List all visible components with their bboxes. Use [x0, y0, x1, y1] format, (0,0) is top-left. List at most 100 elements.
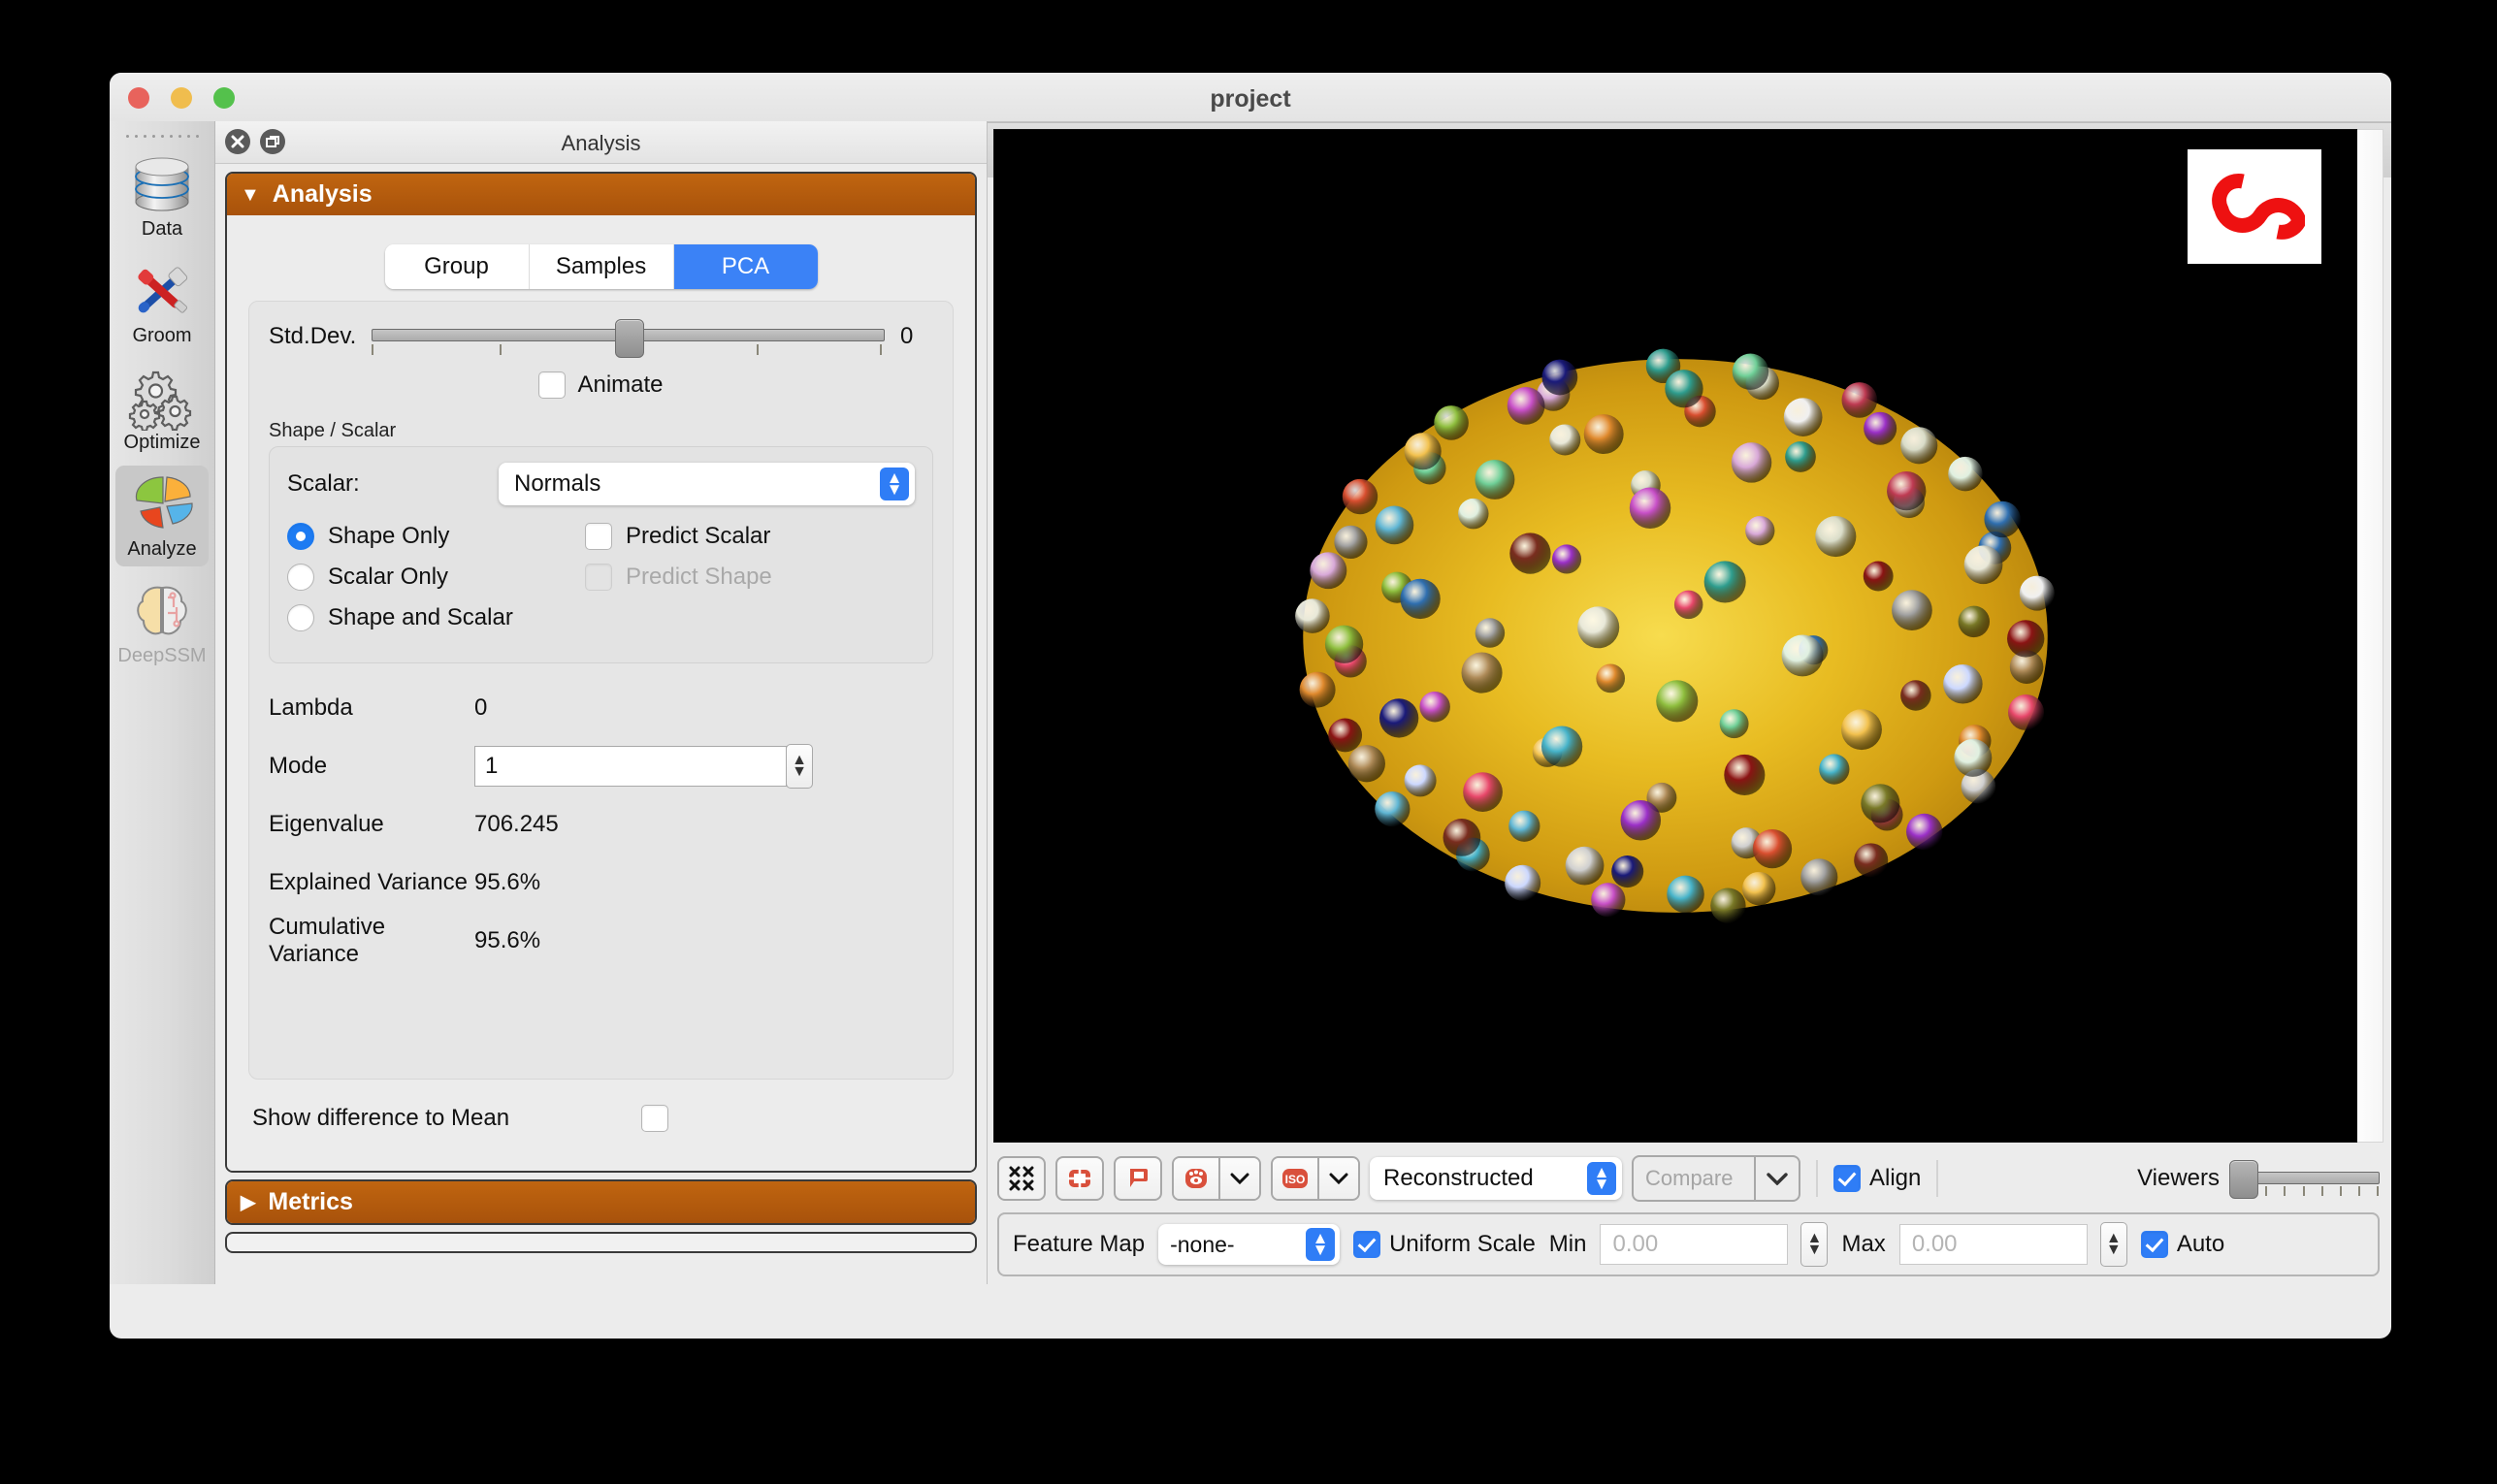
correspondence-particle	[1540, 726, 1583, 767]
mode-stepper[interactable]: ▲ ▼	[786, 744, 813, 789]
checkbox-label: Predict Scalar	[626, 523, 771, 549]
show-difference-checkbox[interactable]	[641, 1105, 668, 1132]
radio-indicator[interactable]	[287, 604, 314, 631]
autofit-glyph	[1009, 1166, 1034, 1191]
stat-row-eigenvalue: Eigenvalue 706.245	[269, 795, 933, 854]
tab-pca[interactable]: PCA	[673, 244, 818, 289]
viewer-scrollbar[interactable]	[2357, 129, 2384, 1143]
correspondence-particle	[2007, 620, 2045, 658]
title-bar: project	[110, 73, 2391, 122]
feature-map-select[interactable]: -none- ▲ ▼	[1158, 1224, 1341, 1265]
display-mode-select[interactable]: Reconstructed ▲ ▼	[1370, 1157, 1622, 1200]
align-toggle[interactable]: Align	[1833, 1165, 1921, 1192]
viewers-track	[2247, 1172, 2380, 1184]
correspondence-particle	[1752, 828, 1793, 869]
slider-handle[interactable]	[614, 319, 644, 358]
radio-shape-and-scalar[interactable]: Shape and Scalar	[287, 604, 585, 631]
checkbox-indicator[interactable]	[585, 523, 612, 550]
sidebar-item-analyze[interactable]: Analyze	[115, 466, 209, 566]
correspondence-particle	[1507, 386, 1545, 425]
chevron-down-icon[interactable]: ▼	[1807, 1242, 1823, 1258]
sidebar-grip	[110, 135, 214, 138]
analysis-accordion-header[interactable]: ▼ Analysis	[227, 174, 975, 215]
show-glyphs-dropdown[interactable]	[1218, 1158, 1259, 1199]
feature-map-value: -none-	[1170, 1231, 1235, 1257]
checkbox-label: Predict Shape	[626, 564, 772, 590]
reset-view-glyph	[1068, 1168, 1091, 1189]
correspondence-particle	[1781, 634, 1824, 677]
correspondence-particle	[1984, 500, 2021, 538]
std-dev-slider[interactable]	[372, 319, 885, 358]
scalar-select[interactable]: Normals ▲ ▼	[499, 463, 915, 505]
chevron-right-icon: ▶	[241, 1191, 256, 1213]
show-glyphs-icon[interactable]	[1174, 1158, 1218, 1199]
chevron-down-glyph	[1767, 1172, 1788, 1185]
min-stepper[interactable]: ▲ ▼	[1800, 1222, 1829, 1267]
std-dev-value: 0	[900, 323, 914, 349]
correspondence-particle	[1667, 875, 1704, 914]
radio-scalar-only[interactable]: Scalar Only	[287, 564, 585, 591]
checkbox-predict-scalar[interactable]: Predict Scalar	[585, 523, 915, 550]
chevron-down-icon[interactable]: ▼	[2106, 1242, 2122, 1258]
viewers-ticks	[2247, 1186, 2380, 1198]
correspondence-particle	[1541, 359, 1578, 396]
gears-icon	[128, 371, 192, 431]
sidebar-item-data[interactable]: Data	[115, 145, 209, 246]
radio-label: Shape and Scalar	[328, 604, 513, 630]
scalar-row: Scalar: Normals ▲ ▼	[287, 463, 915, 505]
correspondence-particle	[1375, 505, 1414, 545]
iso-view-dropdown[interactable]	[1317, 1158, 1358, 1199]
radio-indicator[interactable]	[287, 564, 314, 591]
radio-shape-only[interactable]: Shape Only	[287, 523, 585, 550]
sidebar-item-label: DeepSSM	[117, 645, 207, 666]
autofit-icon[interactable]	[997, 1156, 1046, 1201]
viewers-slider[interactable]	[2229, 1158, 2380, 1199]
shape-scalar-radio-column: Shape Only Scalar Only Shape and Scalar	[287, 523, 585, 645]
sidebar-item-groom[interactable]: Groom	[115, 252, 209, 353]
max-input[interactable]: 0.00	[1898, 1224, 2088, 1265]
radio-indicator[interactable]	[287, 523, 314, 550]
tools-icon	[138, 267, 188, 313]
correspondence-particle	[1892, 590, 1932, 630]
correspondence-particle	[1508, 810, 1540, 842]
metrics-accordion-title: Metrics	[268, 1188, 353, 1215]
animate-checkbox[interactable]	[538, 371, 567, 399]
max-stepper[interactable]: ▲ ▼	[2099, 1222, 2127, 1267]
auto-checkbox[interactable]	[2140, 1231, 2168, 1258]
correspondence-particle	[1745, 516, 1775, 546]
uniform-scale-checkbox[interactable]	[1353, 1231, 1381, 1258]
min-input[interactable]: 0.00	[1600, 1224, 1789, 1265]
sidebar-item-deepssm[interactable]: DeepSSM	[115, 572, 209, 673]
correspondence-particle	[2019, 575, 2055, 611]
iso-view-icon[interactable]: ISO	[1273, 1158, 1317, 1199]
correspondence-particle	[1583, 414, 1624, 455]
chevron-down-icon[interactable]: ▼	[792, 764, 807, 780]
correspondence-particle	[1458, 498, 1489, 530]
align-checkbox[interactable]	[1833, 1165, 1861, 1192]
scalar-label: Scalar:	[287, 470, 360, 497]
shape-scalar-options: Shape Only Scalar Only Shape and Scalar …	[287, 523, 915, 645]
reset-view-icon[interactable]	[1055, 1156, 1104, 1201]
correspondence-particle	[1943, 664, 1983, 704]
correspondence-particle	[1906, 813, 1943, 851]
metrics-accordion-header[interactable]: ▶ Metrics	[227, 1181, 975, 1223]
dock-scroll-area[interactable]: ▼ Analysis Group Samples PCA Std.Dev. 0 …	[215, 164, 987, 1284]
correspondence-particle	[1854, 843, 1889, 878]
sidebar-item-optimize[interactable]: Optimize	[115, 359, 209, 460]
analysis-accordion: ▼ Analysis Group Samples PCA Std.Dev. 0 …	[225, 172, 977, 1173]
correspondence-particle	[1299, 671, 1336, 708]
plane-flag-icon[interactable]	[1114, 1156, 1162, 1201]
correspondence-particle	[1347, 745, 1385, 783]
window-title: project	[1210, 85, 1291, 113]
3d-viewer[interactable]	[993, 129, 2357, 1143]
auto-toggle[interactable]: Auto	[2140, 1231, 2224, 1258]
mode-spinbox-field[interactable]: 1	[474, 746, 787, 787]
correspondence-particle	[1334, 525, 1368, 559]
uniform-scale-toggle[interactable]: Uniform Scale	[1353, 1231, 1536, 1258]
animate-label: Animate	[577, 371, 664, 398]
pie-chart-icon	[135, 476, 193, 529]
feature-map-bar: Feature Map -none- ▲ ▼ Uniform Scale Min …	[997, 1212, 2380, 1276]
tab-group[interactable]: Group	[384, 244, 530, 289]
tab-samples[interactable]: Samples	[529, 244, 674, 289]
viewers-handle[interactable]	[2229, 1160, 2258, 1199]
